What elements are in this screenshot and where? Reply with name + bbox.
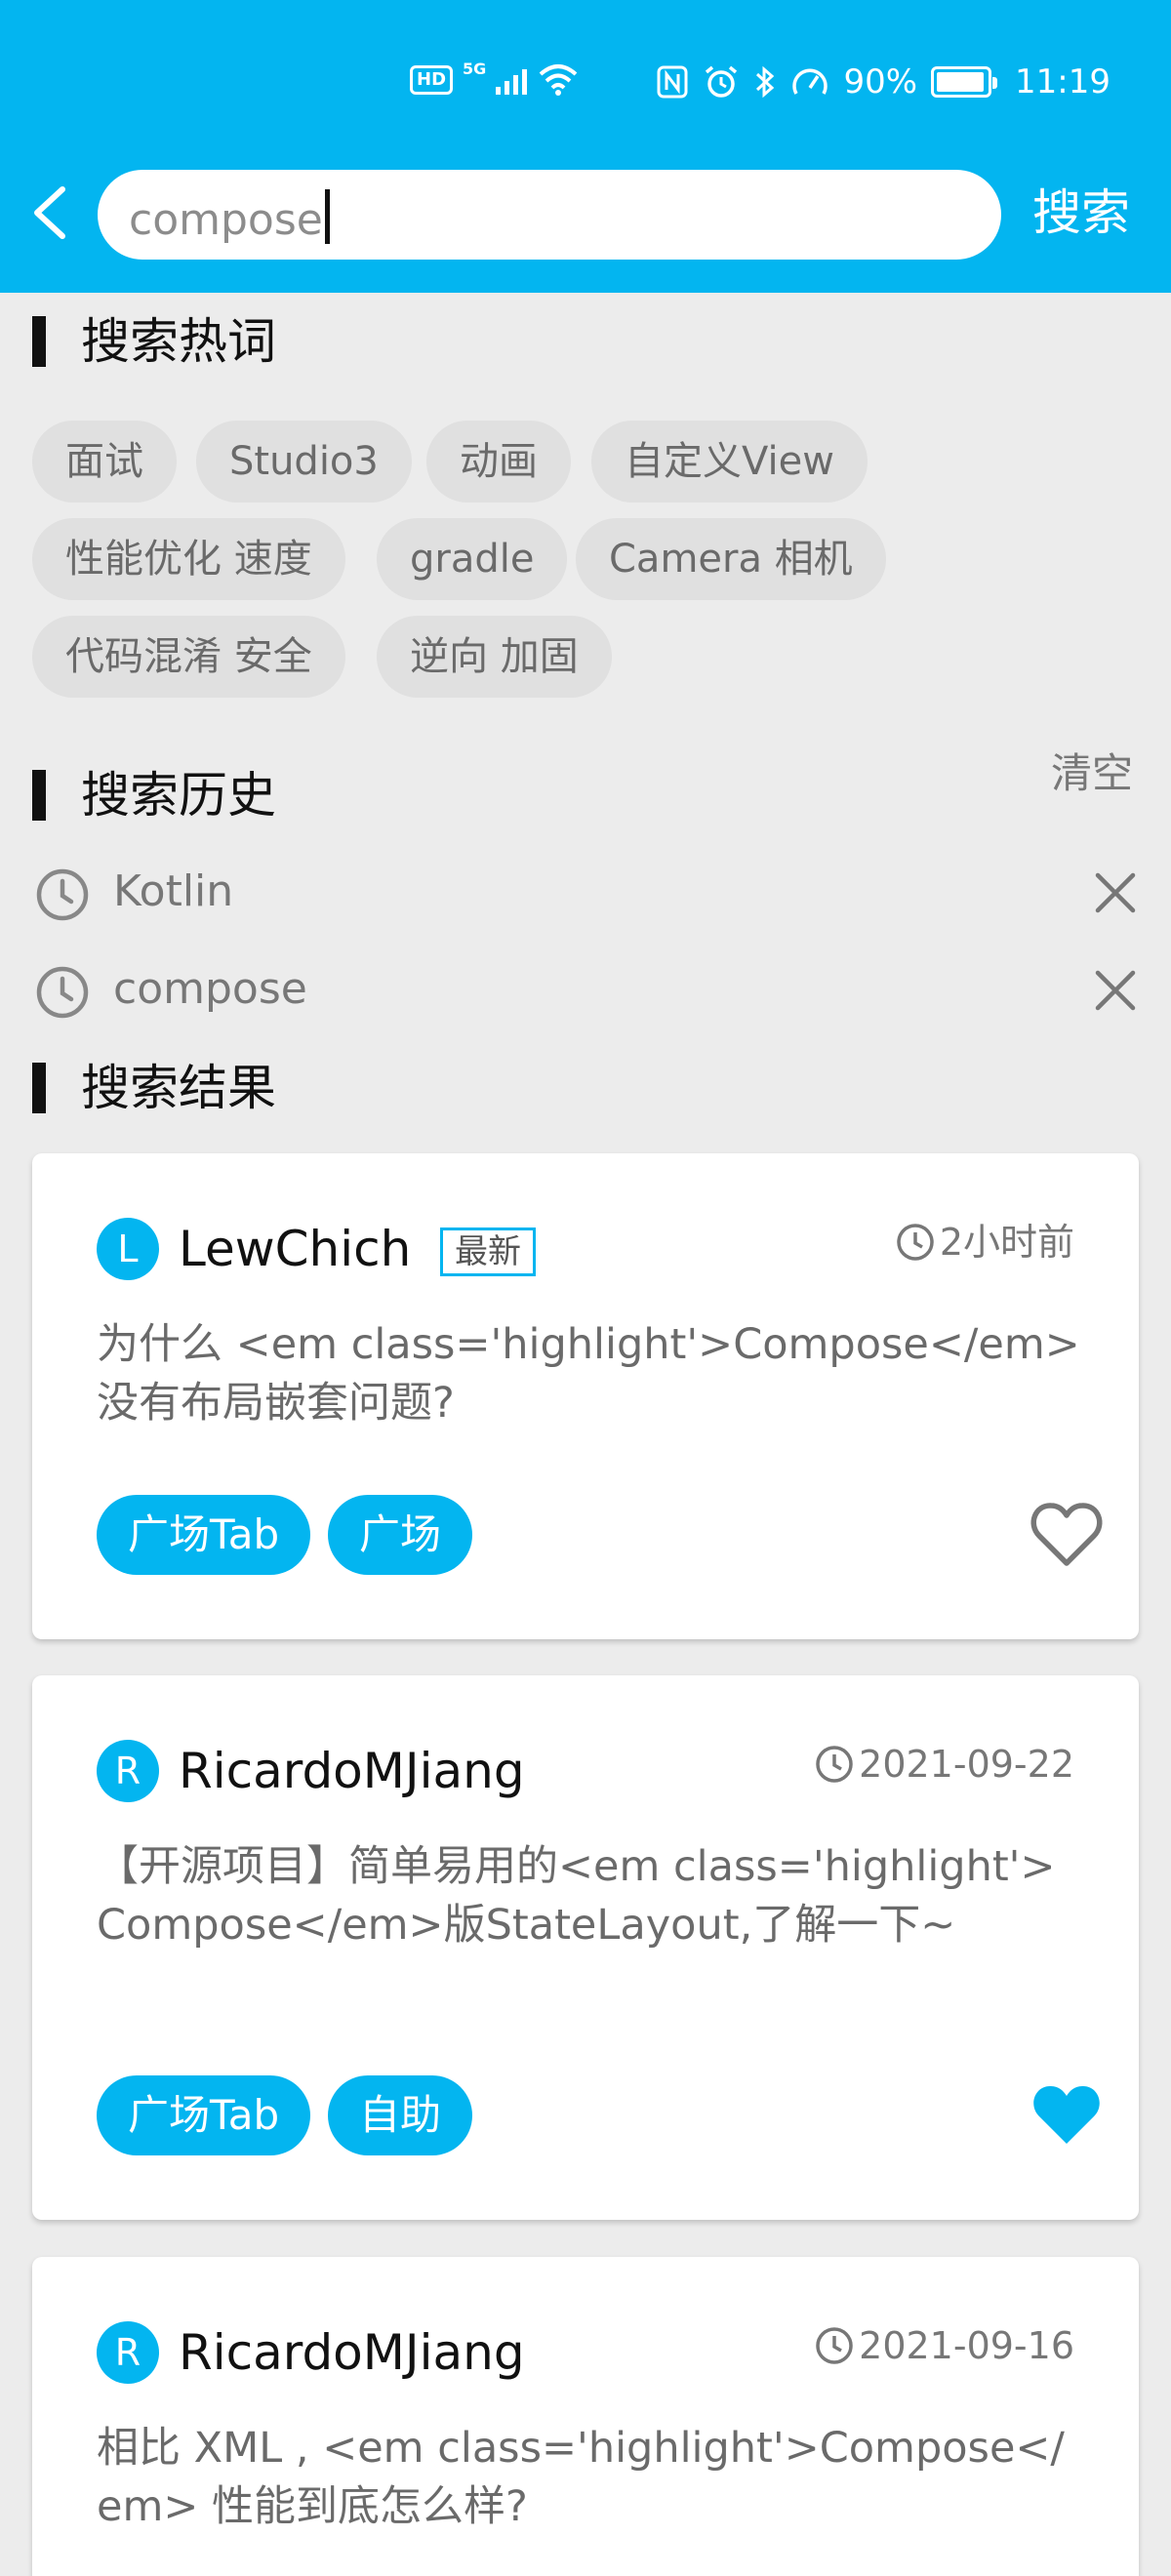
post-title: 相比 XML , <em class='highlight'>Compose</…	[97, 2424, 1065, 2531]
clear-history-button[interactable]: 清空	[1051, 749, 1133, 798]
hot-word-chip[interactable]: Studio3	[196, 421, 412, 503]
clock-icon	[816, 1746, 853, 1783]
avatar: L	[97, 1218, 159, 1280]
search-input-value[interactable]: compose	[129, 189, 330, 246]
tag-chip[interactable]: 广场Tab	[97, 1495, 311, 1575]
text-cursor	[324, 189, 330, 244]
speed-icon	[792, 68, 828, 95]
hot-word-chip[interactable]: 性能优化 速度	[32, 518, 345, 600]
hot-word-chip[interactable]: gradle	[377, 518, 568, 600]
author-name: RicardoMJiang	[179, 2324, 525, 2381]
new-badge: 最新	[440, 1228, 536, 1276]
result-card[interactable]: R RicardoMJiang 2021-09-22 【开源项目】简单易用的<e…	[32, 1675, 1139, 2220]
author-name: LewChich	[179, 1221, 412, 1277]
results-heading: 搜索结果	[32, 1059, 276, 1117]
tag-chip[interactable]: 自助	[328, 2075, 473, 2155]
tag-chip[interactable]: 广场	[328, 1495, 473, 1575]
post-time-label: 2021-09-22	[859, 1743, 1074, 1786]
close-icon[interactable]	[1093, 870, 1138, 915]
history-item[interactable]: compose	[35, 956, 1138, 1025]
post-title: 【开源项目】简单易用的<em class='highlight'>Compose…	[97, 1842, 1056, 1950]
search-input[interactable]: compose	[98, 170, 1001, 260]
back-chevron-icon[interactable]	[25, 183, 76, 242]
search-button[interactable]: 搜索	[1032, 183, 1130, 242]
clock-icon	[36, 868, 89, 921]
hot-word-chip[interactable]: 自定义View	[591, 421, 868, 503]
hot-word-chip[interactable]: Camera 相机	[576, 518, 886, 600]
post-title: 为什么 <em class='highlight'>Compose</em> 没…	[97, 1320, 1080, 1428]
clock-icon	[36, 966, 89, 1019]
result-card[interactable]: R RicardoMJiang 2021-09-16 相比 XML , <em …	[32, 2257, 1139, 2576]
heart-filled-icon[interactable]	[1030, 2081, 1104, 2150]
clock-icon	[816, 2327, 853, 2364]
alarm-icon	[706, 65, 738, 98]
battery-icon	[931, 66, 998, 98]
status-bar: HD 5G 90% 11:19	[0, 49, 1171, 127]
result-card[interactable]: L LewChich 最新 2小时前 为什么 <em class='highli…	[32, 1153, 1139, 1639]
battery-percent: 90%	[843, 62, 918, 101]
section-marker	[32, 1063, 46, 1113]
history-item-label: compose	[113, 964, 307, 1014]
history-title: 搜索历史	[81, 767, 276, 824]
post-time: 2021-09-22	[814, 1742, 1074, 1787]
results-title: 搜索结果	[81, 1060, 276, 1116]
post-time-label: 2小时前	[939, 1221, 1074, 1264]
heart-outline-icon[interactable]	[1030, 1501, 1104, 1569]
post-time: 2小时前	[895, 1220, 1074, 1265]
section-marker	[32, 770, 46, 821]
history-item[interactable]: Kotlin	[35, 859, 1138, 927]
hot-words-heading: 搜索热词	[32, 312, 276, 371]
history-item-label: Kotlin	[113, 866, 234, 916]
wifi-icon	[539, 64, 578, 96]
post-time: 2021-09-16	[814, 2323, 1074, 2368]
nfc-icon	[657, 65, 688, 99]
section-marker	[32, 316, 46, 367]
bluetooth-icon	[756, 65, 775, 99]
history-heading: 搜索历史	[32, 766, 276, 825]
clock-time: 11:19	[1015, 62, 1110, 101]
post-time-label: 2021-09-16	[859, 2324, 1074, 2367]
hot-words-title: 搜索热词	[81, 313, 276, 370]
tag-chip[interactable]: 广场Tab	[97, 2075, 311, 2155]
close-icon[interactable]	[1093, 968, 1138, 1013]
author-name: RicardoMJiang	[179, 1743, 525, 1799]
hd-icon: HD	[410, 65, 454, 95]
avatar: R	[97, 1740, 159, 1802]
hot-word-chip[interactable]: 动画	[426, 421, 571, 503]
signal-icon	[496, 65, 528, 95]
hot-word-chip[interactable]: 面试	[32, 421, 177, 503]
status-bar-right: 90% 11:19	[656, 62, 1110, 101]
clock-icon	[897, 1224, 934, 1261]
status-bar-left: HD 5G	[410, 59, 580, 98]
network-type: 5G	[463, 59, 487, 78]
hot-word-chip[interactable]: 代码混淆 安全	[32, 616, 345, 698]
hot-word-chip[interactable]: 逆向 加固	[377, 616, 612, 698]
avatar: R	[97, 2321, 159, 2384]
